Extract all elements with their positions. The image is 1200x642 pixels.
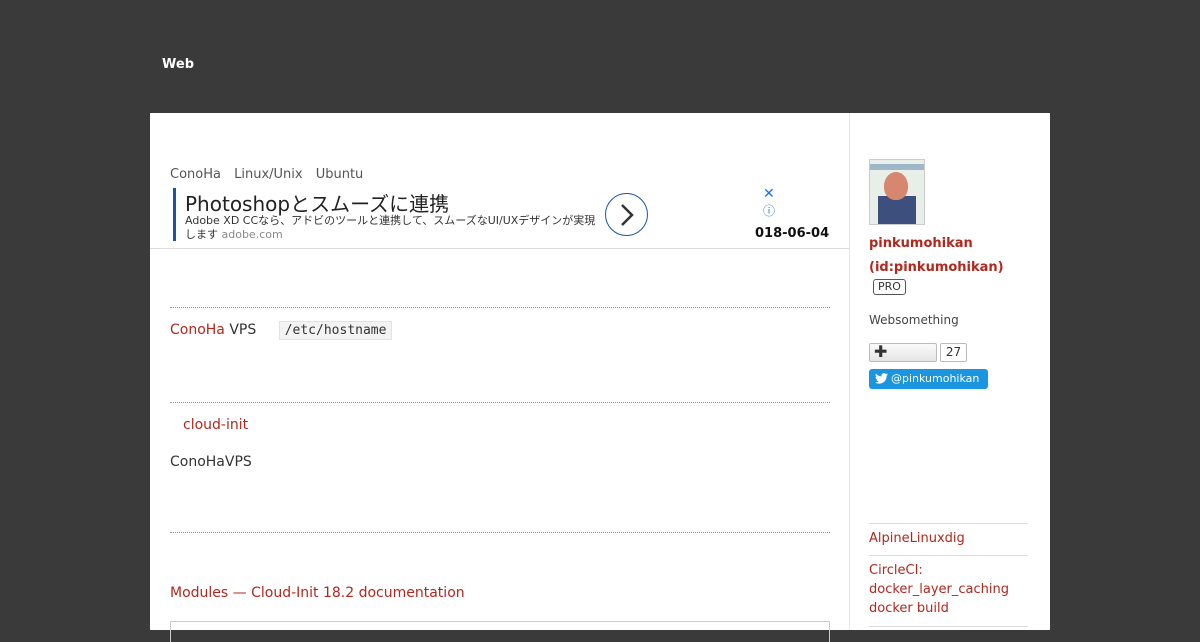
ad-close-icon[interactable]: ✕ bbox=[763, 186, 775, 202]
follow-button[interactable]: ✚ bbox=[869, 342, 937, 362]
cloud-init-link[interactable]: cloud-init bbox=[183, 417, 248, 433]
twitter-bird-icon bbox=[875, 373, 888, 384]
conoha-link[interactable]: ConoHa bbox=[170, 322, 225, 338]
embed-card[interactable] bbox=[170, 621, 830, 642]
profile-username-link[interactable]: pinkumohikan (id:pinkumohikan) bbox=[869, 232, 1029, 280]
entry-date: 018-06-04 bbox=[755, 226, 830, 241]
ad-title[interactable]: Photoshopとスムーズに連携 bbox=[185, 188, 449, 217]
category-conoha[interactable]: ConoHa bbox=[170, 167, 221, 182]
ad-open-button[interactable] bbox=[605, 193, 648, 236]
ad-banner[interactable]: Photoshopとスムーズに連携 Adobe XD CCなら、アドビのツールと… bbox=[173, 186, 833, 242]
blog-header: Web bbox=[0, 0, 1200, 113]
section-divider bbox=[170, 532, 830, 533]
related-divider bbox=[869, 626, 1028, 627]
avatar[interactable] bbox=[869, 159, 925, 225]
cloud-init-docs-link[interactable]: Modules — Cloud-Init 18.2 documentation bbox=[170, 585, 465, 601]
main-content: ConoHa Linux/Unix Ubuntu Photoshopとスムーズに… bbox=[150, 113, 850, 642]
page-container: ConoHa Linux/Unix Ubuntu Photoshopとスムーズに… bbox=[150, 113, 1050, 642]
avatar-body bbox=[878, 196, 916, 224]
twitter-handle: @pinkumohikan bbox=[891, 372, 980, 385]
avatar-face bbox=[884, 172, 908, 200]
ad-url[interactable]: adobe.com bbox=[222, 228, 283, 241]
category-list: ConoHa Linux/Unix Ubuntu bbox=[170, 167, 372, 182]
ad-info-icon[interactable]: ⓘ bbox=[763, 202, 775, 219]
follower-count: 27 bbox=[940, 343, 967, 362]
paragraph: ConoHaVPS bbox=[170, 454, 252, 470]
ad-description: Adobe XD CCなら、アドビのツールと連携して、スムーズなUI/UXデザイ… bbox=[185, 214, 605, 242]
related-divider bbox=[869, 523, 1028, 524]
sidebar: pinkumohikan (id:pinkumohikan) PRO Webso… bbox=[869, 113, 1029, 630]
related-divider bbox=[869, 555, 1028, 556]
avatar-stripe bbox=[870, 164, 924, 170]
chevron-right-icon bbox=[621, 204, 634, 226]
pro-badge: PRO bbox=[873, 279, 906, 295]
category-linux-unix[interactable]: Linux/Unix bbox=[234, 167, 302, 182]
section-divider bbox=[170, 402, 830, 403]
twitter-follow-button[interactable]: @pinkumohikan bbox=[869, 369, 988, 389]
section-divider bbox=[170, 307, 830, 308]
category-ubuntu[interactable]: Ubuntu bbox=[316, 167, 364, 182]
paragraph-text: VPS bbox=[224, 322, 257, 338]
plus-icon: ✚ bbox=[874, 342, 888, 361]
paragraph: ConoHa VPS /etc/hostname bbox=[170, 321, 393, 340]
blog-title-link[interactable]: Web bbox=[162, 57, 194, 72]
hostname-code: /etc/hostname bbox=[278, 321, 393, 340]
related-entry-link[interactable]: AlpineLinuxdig bbox=[869, 529, 1028, 548]
related-entry-link[interactable]: CircleCI: docker_layer_caching docker bu… bbox=[869, 561, 1028, 618]
header-divider bbox=[150, 248, 849, 249]
profile-description: Websomething bbox=[869, 313, 959, 327]
